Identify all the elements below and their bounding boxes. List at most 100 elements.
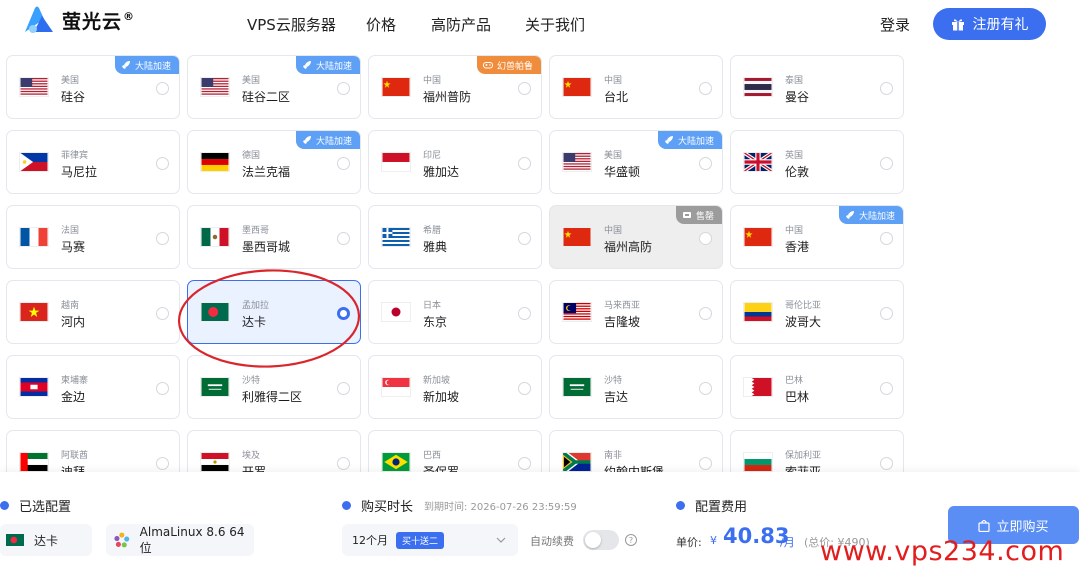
region-card[interactable]: 埃及 开罗 <box>187 430 361 472</box>
region-radio[interactable] <box>699 307 712 320</box>
region-radio[interactable] <box>337 382 350 395</box>
nav-ddos[interactable]: 高防产品 <box>431 14 491 35</box>
region-country: 墨西哥 <box>242 226 270 236</box>
region-radio[interactable] <box>156 82 169 95</box>
region-badge: 大陆加速 <box>295 131 360 149</box>
region-radio[interactable] <box>156 457 169 470</box>
region-radio[interactable] <box>880 382 893 395</box>
region-card[interactable]: 美国 硅谷 大陆加速 <box>6 55 180 119</box>
region-radio[interactable] <box>156 157 169 170</box>
cn-flag-icon <box>743 227 773 247</box>
bullet-icon <box>676 501 685 510</box>
region-radio[interactable] <box>880 82 893 95</box>
gb-flag-icon <box>743 152 773 172</box>
selected-os-chip: AlmaLinux 8.6 64位 <box>106 524 254 556</box>
region-radio[interactable] <box>699 82 712 95</box>
region-city: 吉达 <box>604 390 629 404</box>
auto-renew-toggle[interactable] <box>583 530 619 550</box>
jp-flag-icon <box>381 302 411 322</box>
price-period: /月 <box>780 536 795 549</box>
region-radio[interactable] <box>699 457 712 470</box>
region-card[interactable]: 希腊 雅典 <box>368 205 542 269</box>
co-flag-icon <box>743 302 773 322</box>
region-card[interactable]: 巴西 圣保罗 <box>368 430 542 472</box>
region-city: 金边 <box>61 390 86 404</box>
region-city: 硅谷二区 <box>242 90 291 104</box>
region-city: 香港 <box>785 240 810 254</box>
region-radio[interactable] <box>699 157 712 170</box>
region-radio[interactable] <box>518 232 531 245</box>
region-city: 迪拜 <box>61 465 86 472</box>
region-card[interactable]: 柬埔寨 金边 <box>6 355 180 419</box>
region-card[interactable]: 中国 香港 大陆加速 <box>730 205 904 269</box>
region-card[interactable]: 哥伦比亚 波哥大 <box>730 280 904 344</box>
nav-about[interactable]: 关于我们 <box>525 14 585 35</box>
region-country: 巴西 <box>423 451 442 461</box>
region-card[interactable]: 中国 台北 <box>549 55 723 119</box>
region-city: 华盛顿 <box>604 165 641 179</box>
sold-out-icon <box>682 212 691 218</box>
region-card[interactable]: 美国 华盛顿 大陆加速 <box>549 130 723 194</box>
region-radio[interactable] <box>880 232 893 245</box>
region-radio[interactable] <box>337 157 350 170</box>
region-radio[interactable] <box>518 82 531 95</box>
bullet-icon <box>342 501 351 510</box>
region-card[interactable]: 墨西哥 墨西哥城 <box>187 205 361 269</box>
region-radio[interactable] <box>337 232 350 245</box>
region-radio[interactable] <box>156 307 169 320</box>
region-radio[interactable] <box>337 307 350 320</box>
region-card[interactable]: 菲律宾 马尼拉 <box>6 130 180 194</box>
region-country: 保加利亚 <box>785 451 822 461</box>
logo-icon <box>25 6 53 33</box>
region-card[interactable]: 阿联酋 迪拜 <box>6 430 180 472</box>
nav-pricing[interactable]: 价格 <box>366 14 396 35</box>
register-button[interactable]: 注册有礼 <box>933 8 1046 40</box>
region-radio[interactable] <box>337 457 350 470</box>
region-card[interactable]: 孟加拉 达卡 <box>187 280 361 344</box>
region-radio[interactable] <box>518 307 531 320</box>
region-card[interactable]: 日本 东京 <box>368 280 542 344</box>
expire-date: 到期时间: 2026-07-26 23:59:59 <box>424 502 577 513</box>
region-city: 雅加达 <box>423 165 460 179</box>
region-radio[interactable] <box>518 382 531 395</box>
region-card[interactable]: 保加利亚 索菲亚 <box>730 430 904 472</box>
cn-flag-icon <box>562 77 592 97</box>
nav-vps[interactable]: VPS云服务器 <box>247 14 336 35</box>
region-radio[interactable] <box>156 382 169 395</box>
region-card[interactable]: 沙特 吉达 <box>549 355 723 419</box>
region-radio[interactable] <box>699 382 712 395</box>
login-link[interactable]: 登录 <box>880 14 910 35</box>
region-card[interactable]: 印尼 雅加达 <box>368 130 542 194</box>
region-radio[interactable] <box>518 457 531 470</box>
almalinux-icon <box>114 532 130 548</box>
region-card[interactable]: 法国 马赛 <box>6 205 180 269</box>
duration-title: 购买时长 <box>342 496 413 515</box>
region-card[interactable]: 英国 伦敦 <box>730 130 904 194</box>
region-radio[interactable] <box>156 232 169 245</box>
region-country: 中国 <box>604 76 623 86</box>
region-radio[interactable] <box>518 157 531 170</box>
duration-select[interactable]: 12个月 买十送二 <box>342 524 518 556</box>
region-card[interactable]: 中国 福州普防 幻兽帕鲁 <box>368 55 542 119</box>
brand-logo[interactable]: 萤光云® <box>22 4 135 36</box>
region-badge: 大陆加速 <box>114 56 179 74</box>
region-card[interactable]: 沙特 利雅得二区 <box>187 355 361 419</box>
region-card[interactable]: 南非 约翰内斯堡 <box>549 430 723 472</box>
region-card[interactable]: 新加坡 新加坡 <box>368 355 542 419</box>
help-icon[interactable]: ? <box>625 534 637 546</box>
region-card[interactable]: 巴林 巴林 <box>730 355 904 419</box>
region-card[interactable]: 美国 硅谷二区 大陆加速 <box>187 55 361 119</box>
region-card[interactable]: 越南 河内 <box>6 280 180 344</box>
region-radio[interactable] <box>880 157 893 170</box>
region-country: 希腊 <box>423 226 442 236</box>
region-card[interactable]: 泰国 曼谷 <box>730 55 904 119</box>
region-radio[interactable] <box>337 82 350 95</box>
region-radio[interactable] <box>699 232 712 245</box>
region-radio[interactable] <box>880 307 893 320</box>
region-country: 印尼 <box>423 151 442 161</box>
region-card[interactable]: 马来西亚 吉隆坡 <box>549 280 723 344</box>
region-card[interactable]: 德国 法兰克福 大陆加速 <box>187 130 361 194</box>
sa-flag-icon <box>562 377 592 397</box>
br-flag-icon <box>381 452 411 472</box>
region-radio[interactable] <box>880 457 893 470</box>
